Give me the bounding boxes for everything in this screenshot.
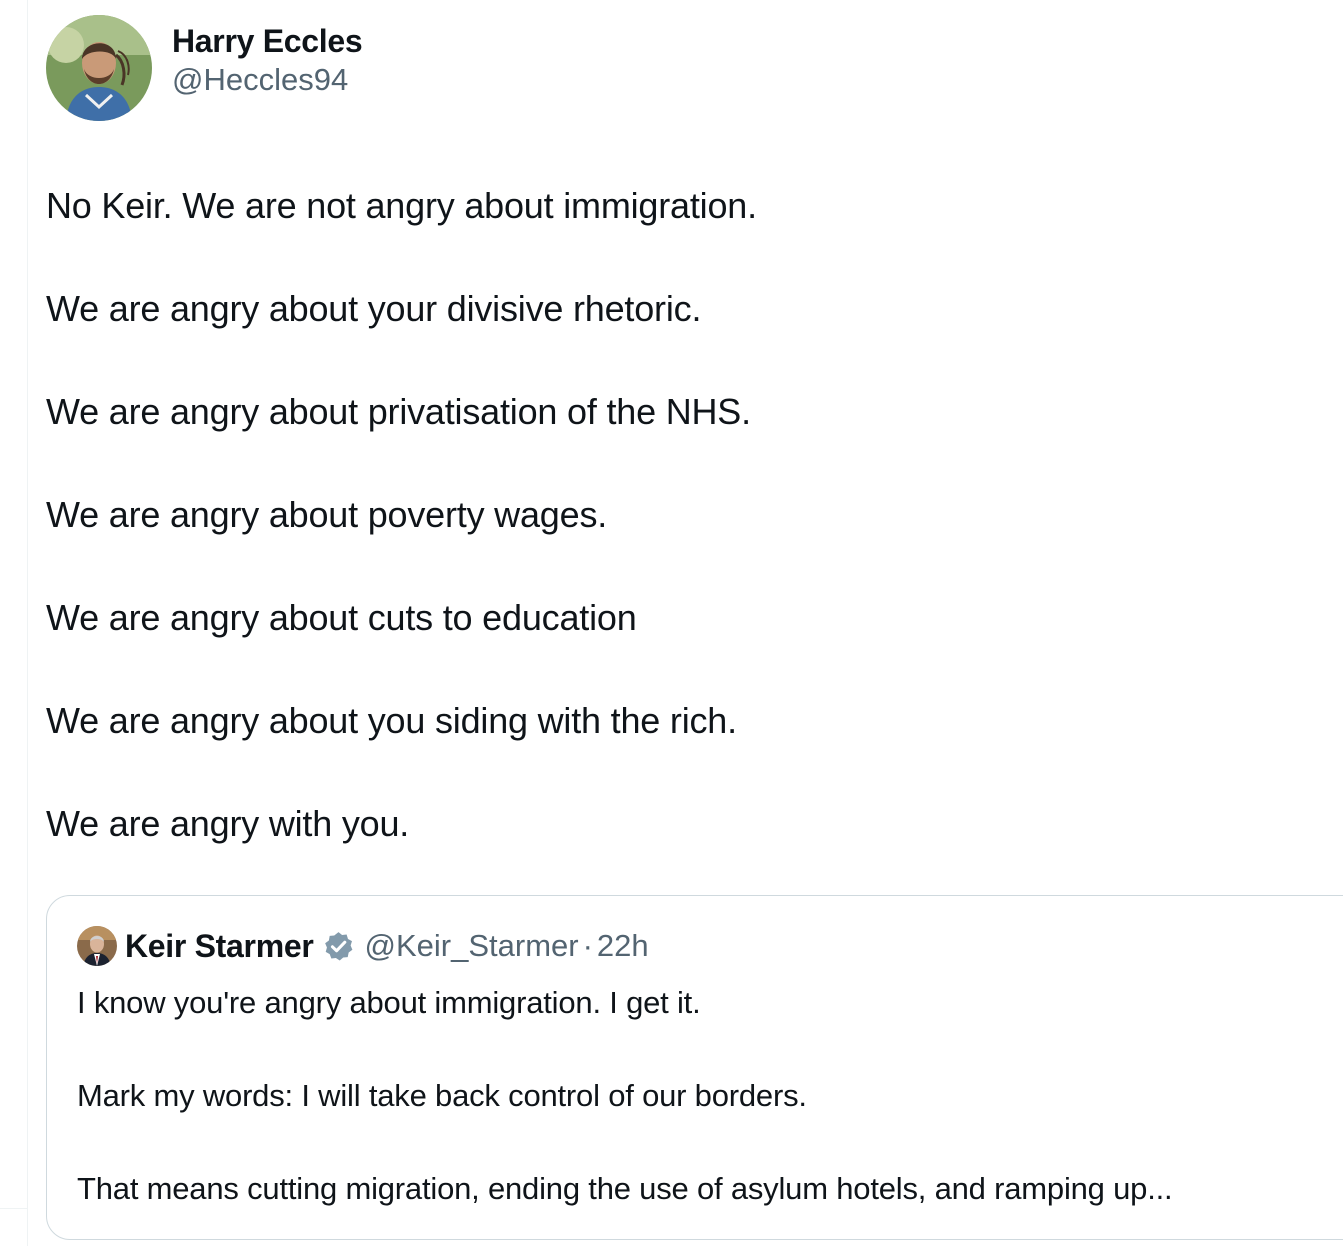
quoted-tweet-line: That means cutting migration, ending the… [77, 1171, 1173, 1206]
author-avatar[interactable] [46, 15, 152, 121]
tweet-line: We are angry with you. [46, 803, 410, 844]
quoted-tweet-line: I know you're angry about immigration. I… [77, 985, 701, 1020]
tweet-line: We are angry about privatisation of the … [46, 391, 751, 432]
author-meta: Harry Eccles @Heccles94 [172, 21, 363, 99]
tweet-line: We are angry about you siding with the r… [46, 700, 737, 741]
quoted-author-avatar[interactable] [77, 926, 117, 966]
tweet-line: We are angry about cuts to education [46, 597, 637, 638]
tweet-line: We are angry about poverty wages. [46, 494, 608, 535]
quoted-tweet-timestamp[interactable]: 22h [597, 928, 649, 964]
quoted-tweet-card[interactable]: Keir Starmer @Keir_Starmer · 22h I know … [46, 895, 1343, 1240]
tweet-line: We are angry about your divisive rhetori… [46, 288, 702, 329]
verified-badge-icon [322, 930, 355, 963]
tweet-author[interactable]: Harry Eccles @Heccles94 [46, 15, 363, 121]
timeline-divider-tick [0, 1208, 27, 1209]
tweet-text: No Keir. We are not angry about immigrat… [46, 182, 1326, 903]
tweet-line: No Keir. We are not angry about immigrat… [46, 185, 757, 226]
tweet-page: Harry Eccles @Heccles94 No Keir. We are … [0, 0, 1343, 1246]
quoted-tweet-text: I know you're angry about immigration. I… [77, 982, 1343, 1246]
author-display-name[interactable]: Harry Eccles [172, 21, 363, 61]
quoted-tweet-header: Keir Starmer @Keir_Starmer · 22h [77, 926, 649, 966]
separator-dot: · [582, 928, 593, 963]
quoted-tweet-line: Mark my words: I will take back control … [77, 1078, 807, 1113]
author-handle[interactable]: @Heccles94 [172, 61, 362, 99]
quoted-author-name[interactable]: Keir Starmer [125, 928, 314, 965]
timeline-divider [27, 0, 28, 1246]
quoted-author-handle[interactable]: @Keir_Starmer [365, 928, 579, 964]
